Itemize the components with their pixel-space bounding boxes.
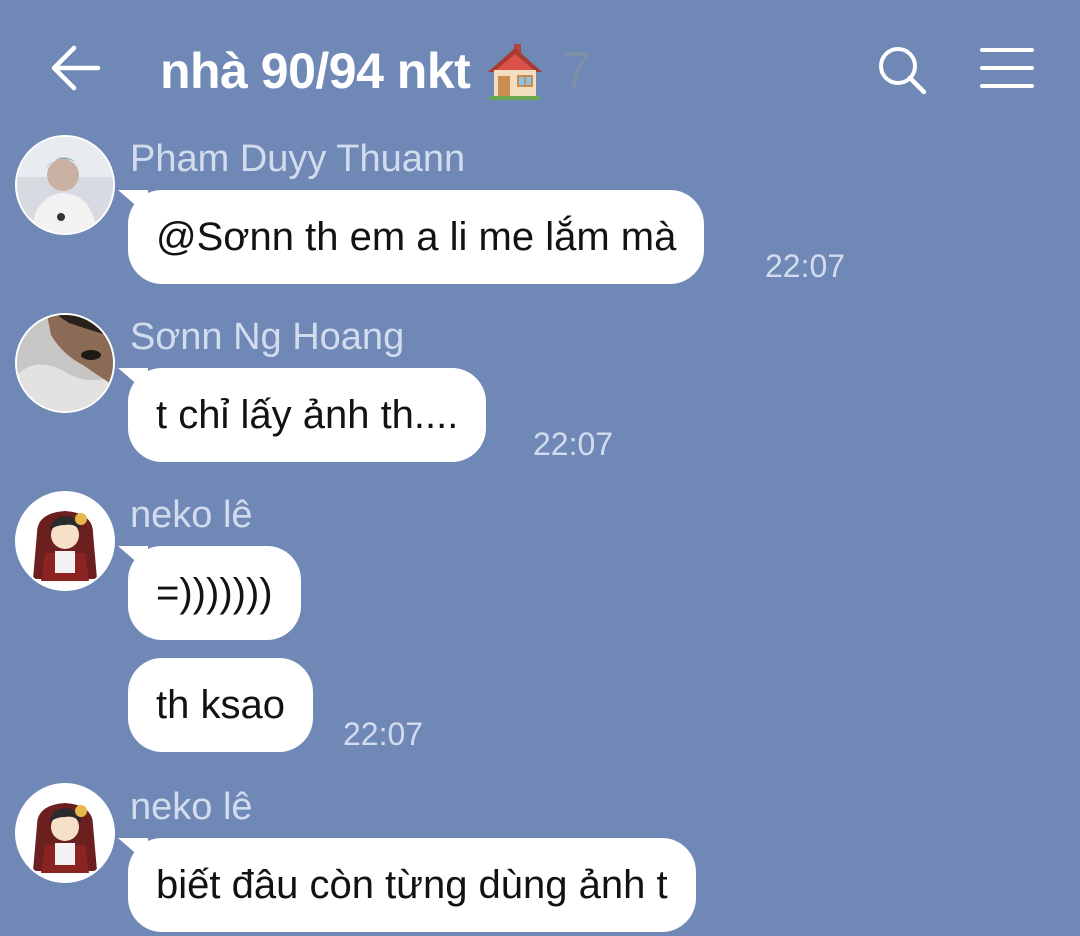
arrow-left-icon: [51, 45, 101, 91]
message-time: 22:07: [533, 426, 614, 462]
avatar[interactable]: [15, 491, 115, 591]
message-time: 22:07: [765, 248, 846, 284]
chat-header: nhà 90/94 nkt 7: [0, 0, 1080, 135]
avatar-sticker-icon: [17, 785, 113, 881]
sender-name[interactable]: Sơnn Ng Hoang: [130, 316, 404, 359]
avatar[interactable]: [15, 313, 115, 413]
search-icon: [879, 47, 927, 95]
house-with-garden-icon: [488, 44, 543, 100]
chat-title-area[interactable]: nhà 90/94 nkt 7: [160, 36, 591, 106]
avatar-sticker-icon: [17, 493, 113, 589]
message-bubble[interactable]: @Sơnn th em a li me lắm mà: [128, 190, 705, 284]
hamburger-menu-icon: [980, 48, 1034, 88]
message-bubble[interactable]: th ksao: [128, 658, 313, 752]
message-bubble[interactable]: biết đâu còn từng dùng ảnh t: [128, 838, 696, 932]
avatar-photo-icon: [17, 315, 113, 411]
sender-name[interactable]: neko lê: [130, 786, 253, 829]
message-bubble[interactable]: =))))))): [128, 546, 301, 640]
member-count: 7: [562, 42, 592, 100]
search-button[interactable]: [876, 44, 928, 96]
sender-name[interactable]: Pham Duyy Thuann: [130, 138, 465, 181]
avatar[interactable]: [15, 783, 115, 883]
back-button[interactable]: [50, 44, 102, 92]
message-time: 22:07: [343, 716, 424, 752]
sender-name[interactable]: neko lê: [130, 494, 253, 537]
message-bubble[interactable]: t chỉ lấy ảnh th....: [128, 368, 487, 462]
avatar[interactable]: [15, 135, 115, 235]
menu-button[interactable]: [980, 46, 1034, 90]
chat-title: nhà 90/94 nkt: [160, 43, 471, 99]
avatar-photo-icon: [17, 137, 113, 233]
